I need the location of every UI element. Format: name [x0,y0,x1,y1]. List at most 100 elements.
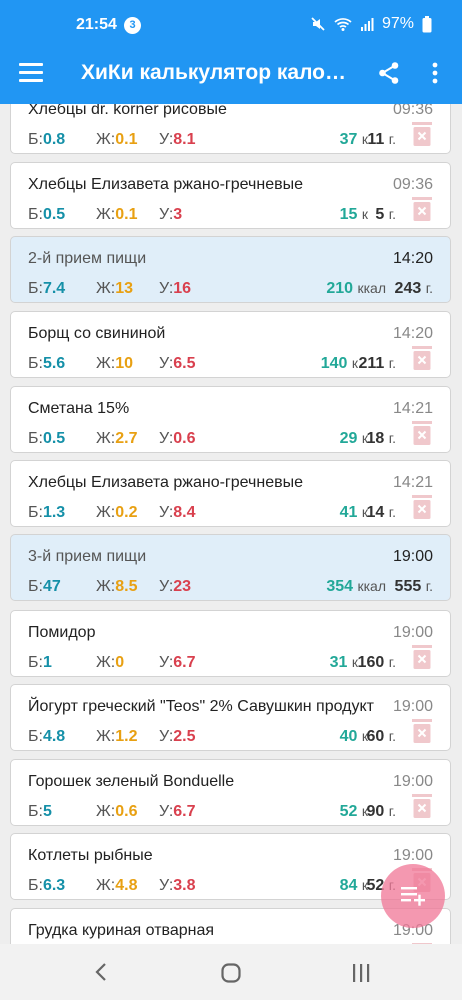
protein-value: 1.3 [42,504,66,521]
fat-label: Ж: [96,280,116,297]
trash-icon[interactable] [412,122,432,146]
add-entry-fab[interactable] [381,864,445,928]
system-nav-bar [0,944,462,1000]
meal-name: 3-й прием пищи [28,548,147,565]
entry-name: Помидор [28,624,96,641]
food-entry-card[interactable]: Грудка куриная отварная 19:00 [10,908,451,944]
kcal-value: 354 [326,578,354,595]
carbs-label: У: [159,206,174,223]
meal-summary-card[interactable]: 3-й прием пищи 19:00 Б:47 Ж:8.5 У:23 354… [10,534,451,601]
protein-value: 0.5 [42,206,66,223]
home-icon[interactable] [221,963,241,983]
status-time: 21:54 [76,16,117,33]
fat-value: 1.2 [115,728,138,745]
entry-kcal: 84 к [340,877,368,895]
food-entry-card[interactable]: Горошек зеленый Bonduelle 19:00 Б:5 Ж:0.… [10,759,451,826]
trash-icon[interactable] [412,346,432,370]
kcal-value: 41 [339,504,358,521]
back-icon[interactable] [94,962,108,982]
meal-summary-card[interactable]: 2-й прием пищи 14:20 Б:7.4 Ж:13 У:16 210… [10,236,451,303]
entry-time: 09:36 [392,104,433,118]
entry-time: 19:00 [392,698,433,715]
carbs-value: 6.7 [173,803,196,820]
food-entry-card[interactable]: Хлебцы Елизавета ржано-гречневые 14:21 Б… [10,460,451,527]
fat-label: Ж: [96,206,116,223]
entry-kcal: 29 к [340,430,368,448]
add-to-list-icon [401,887,425,906]
entry-time: 14:21 [392,400,433,417]
fat-value: 0 [115,654,125,671]
food-entry-card[interactable]: Хлебцы Елизавета ржано-гречневые 09:36 Б… [10,162,451,229]
fat-value: 0.2 [115,504,138,521]
kcal-value: 210 [326,280,354,297]
protein-label: Б: [28,430,43,447]
trash-icon[interactable] [412,421,432,445]
grams-value: 14 [366,504,385,521]
carbs-label: У: [159,504,174,521]
entry-time: 09:36 [392,176,433,193]
food-entry-card[interactable]: Йогурт греческий "Teos" 2% Савушкин прод… [10,684,451,751]
food-entry-list[interactable]: Хлебцы dr. korner рисовые 09:36 Б:0.8 Ж:… [0,104,462,944]
grams-unit: г. [388,504,396,520]
hamburger-menu-icon[interactable] [19,63,43,82]
entry-grams: 90 г. [366,803,396,821]
grams-value: 11 [367,131,385,148]
trash-icon[interactable] [412,495,432,519]
carbs-label: У: [159,280,174,297]
grams-value: 555 [394,578,422,595]
carbs-value: 23 [173,578,192,595]
entry-time: 19:00 [392,773,433,790]
grams-value: 243 [394,280,422,297]
grams-unit: г. [425,578,433,594]
protein-value: 5.6 [42,355,66,372]
trash-icon[interactable] [412,197,432,221]
protein-label: Б: [28,206,43,223]
trash-icon[interactable] [412,645,432,669]
fat-value: 13 [115,280,134,297]
app-title: ХиКи калькулятор калорий [81,61,353,84]
protein-label: Б: [28,654,43,671]
carbs-label: У: [159,430,174,447]
carbs-label: У: [159,877,174,894]
kcal-value: 31 [329,654,348,671]
battery-percent: 97% [381,15,414,32]
trash-icon[interactable] [412,719,432,743]
status-bar: 21:54 3 97% [0,0,462,42]
recent-apps-icon[interactable] [351,964,371,982]
fat-label: Ж: [96,430,116,447]
food-entry-card[interactable]: Сметана 15% 14:21 Б:0.5 Ж:2.7 У:0.6 29 к… [10,386,451,453]
kcal-value: 52 [339,803,358,820]
trash-icon[interactable] [412,794,432,818]
carbs-value: 8.1 [173,131,196,148]
entry-time: 19:00 [392,624,433,641]
notification-count-badge: 3 [124,17,141,34]
more-vert-icon[interactable] [428,61,442,85]
kcal-unit: к [351,355,358,371]
meal-grams: 555 г. [395,578,433,596]
entry-name: Йогурт греческий "Teos" 2% Савушкин прод… [28,698,374,715]
kcal-unit: к [361,206,368,222]
battery-icon [422,15,432,32]
meal-kcal: 354 ккал [326,578,386,596]
carbs-label: У: [159,803,174,820]
grams-value: 90 [366,803,385,820]
grams-value: 60 [366,728,385,745]
carbs-label: У: [159,654,174,671]
entry-kcal: 31 к [330,654,358,672]
protein-value: 4.8 [42,728,66,745]
food-entry-card[interactable]: Борщ со свининой 14:20 Б:5.6 Ж:10 У:6.5 … [10,311,451,378]
food-entry-card[interactable]: Помидор 19:00 Б:1 Ж:0 У:6.7 31 к 160 г. [10,610,451,677]
food-entry-card[interactable]: Хлебцы dr. korner рисовые 09:36 Б:0.8 Ж:… [10,104,451,154]
entry-grams: 160 г. [358,654,396,672]
grams-value: 5 [375,206,385,223]
fat-value: 0.6 [115,803,138,820]
grams-unit: г. [388,728,396,744]
fat-label: Ж: [96,877,116,894]
entry-grams: 211 г. [358,355,396,373]
meal-time: 14:20 [392,250,433,267]
carbs-value: 0.6 [173,430,196,447]
status-icons: 97% [310,15,432,33]
fat-label: Ж: [96,504,116,521]
share-icon[interactable] [378,61,400,85]
protein-label: Б: [28,504,43,521]
